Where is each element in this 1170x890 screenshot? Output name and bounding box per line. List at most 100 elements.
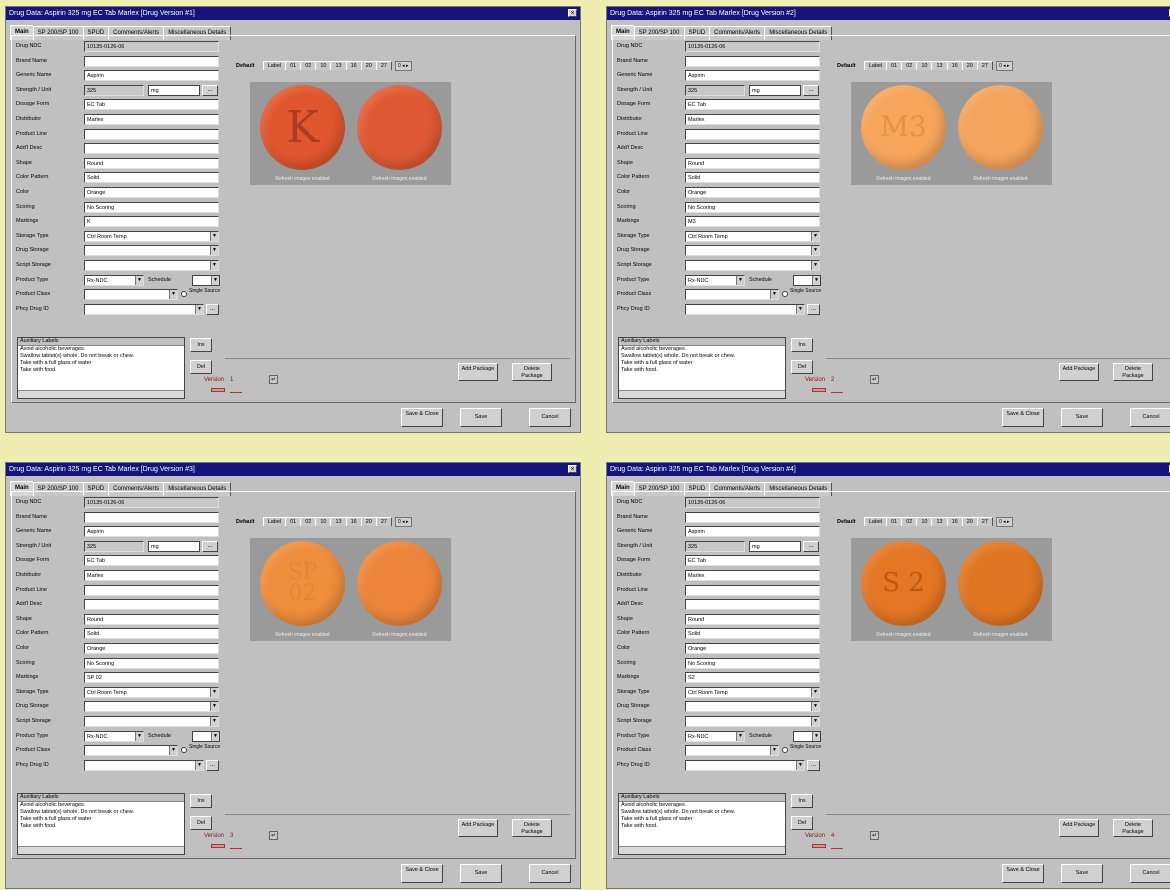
phcy-drug-id-select[interactable]: ▼ xyxy=(84,759,204,771)
phcy-drug-id-select[interactable]: ▼ xyxy=(84,303,204,315)
chevron-down-icon[interactable]: ▼ xyxy=(796,304,804,314)
save-close-button[interactable]: Save & Close xyxy=(401,864,443,883)
addl-desc-field[interactable] xyxy=(84,143,219,155)
phcy-lookup-button[interactable]: ... xyxy=(807,303,820,315)
aux-scrollbar[interactable] xyxy=(619,846,785,854)
storage-type-select[interactable]: Ctrl Room Temp ▼ xyxy=(685,686,820,698)
product-class-select[interactable]: ▼ xyxy=(84,745,178,757)
package-tab-default[interactable]: Default xyxy=(833,518,860,526)
prev-version-icon[interactable] xyxy=(812,844,826,848)
package-tab-20[interactable]: 20 xyxy=(360,61,377,70)
scoring-field[interactable]: No Scoring xyxy=(685,657,820,669)
storage-type-select[interactable]: Ctrl Room Temp ▼ xyxy=(84,230,219,242)
chevron-down-icon[interactable]: ▼ xyxy=(811,687,819,697)
scoring-field[interactable]: No Scoring xyxy=(84,657,219,669)
chevron-down-icon[interactable]: ▼ xyxy=(210,716,218,726)
color-pattern-field[interactable]: Solid xyxy=(84,172,219,184)
save-button[interactable]: Save xyxy=(1061,408,1103,427)
save-close-button[interactable]: Save & Close xyxy=(1002,408,1044,427)
phcy-drug-id-select[interactable]: ▼ xyxy=(685,759,805,771)
version-nav-icon[interactable]: ↵ xyxy=(269,831,279,840)
unit-field[interactable]: mg xyxy=(749,84,801,96)
package-scroll-arrows[interactable]: 0 ◂ ▸ xyxy=(995,61,1013,71)
product-line-field[interactable] xyxy=(84,584,219,596)
product-type-select[interactable]: Rx-NDC ▼ xyxy=(84,730,144,742)
save-close-button[interactable]: Save & Close xyxy=(401,408,443,427)
save-button[interactable]: Save xyxy=(460,864,502,883)
aux-label-item[interactable]: Swallow tablet(s) whole. Do not break or… xyxy=(18,353,184,360)
drug-storage-select[interactable]: ▼ xyxy=(685,701,820,713)
generic-name-field[interactable]: Aspirin xyxy=(685,70,820,82)
addl-desc-field[interactable] xyxy=(84,599,219,611)
shape-field[interactable]: Round xyxy=(685,613,820,625)
script-storage-select[interactable]: ▼ xyxy=(685,259,820,271)
storage-type-select[interactable]: Ctrl Room Temp ▼ xyxy=(84,686,219,698)
delete-package-button[interactable]: Delete Package xyxy=(512,819,552,837)
chevron-down-icon[interactable]: ▼ xyxy=(770,290,778,300)
del-button[interactable]: Del xyxy=(791,360,813,374)
color-pattern-field[interactable]: Solid xyxy=(685,172,820,184)
phcy-lookup-button[interactable]: ... xyxy=(206,759,219,771)
package-tab-label[interactable]: Label xyxy=(262,61,287,70)
next-version-icon[interactable] xyxy=(831,389,843,393)
schedule-select[interactable]: ▼ xyxy=(192,274,220,286)
auxiliary-labels-box[interactable]: Auxiliary Labels Avoid alcoholic beverag… xyxy=(17,337,185,399)
chevron-down-icon[interactable]: ▼ xyxy=(211,731,219,741)
drug-ndc-field[interactable]: 10135-0126-06 xyxy=(84,497,219,508)
drug-ndc-field[interactable]: 10135-0126-06 xyxy=(685,41,820,52)
package-tab-02[interactable]: 02 xyxy=(901,61,918,70)
package-tab-01[interactable]: 01 xyxy=(285,61,302,70)
phcy-lookup-button[interactable]: ... xyxy=(807,759,820,771)
color-pattern-field[interactable]: Solid xyxy=(84,628,219,640)
product-class-select[interactable]: ▼ xyxy=(685,289,779,301)
generic-name-field[interactable]: Aspirin xyxy=(685,526,820,538)
package-tab-27[interactable]: 27 xyxy=(375,61,392,70)
package-tab-16[interactable]: 16 xyxy=(345,61,362,70)
strength-lookup-button[interactable]: ... xyxy=(803,540,819,552)
chevron-down-icon[interactable]: ▼ xyxy=(169,746,177,756)
auxiliary-labels-box[interactable]: Auxiliary Labels Avoid alcoholic beverag… xyxy=(618,793,786,855)
package-tab-13[interactable]: 13 xyxy=(931,517,948,526)
dosage-form-field[interactable]: EC Tab xyxy=(685,99,820,111)
script-storage-select[interactable]: ▼ xyxy=(84,715,219,727)
shape-field[interactable]: Round xyxy=(685,157,820,169)
delete-package-button[interactable]: Delete Package xyxy=(1113,819,1153,837)
aux-label-item[interactable]: Take with food. xyxy=(18,823,184,830)
save-button[interactable]: Save xyxy=(460,408,502,427)
package-tab-16[interactable]: 16 xyxy=(345,517,362,526)
unit-field[interactable]: mg xyxy=(148,84,200,96)
package-tab-01[interactable]: 01 xyxy=(886,517,903,526)
unit-field[interactable]: mg xyxy=(148,540,200,552)
single-source-radio[interactable] xyxy=(181,747,187,754)
markings-field[interactable]: M3 xyxy=(685,216,820,228)
color-field[interactable]: Orange xyxy=(685,642,820,654)
package-tab-27[interactable]: 27 xyxy=(375,517,392,526)
strength-field[interactable]: 325 xyxy=(685,84,745,96)
package-tab-13[interactable]: 13 xyxy=(931,61,948,70)
color-pattern-field[interactable]: Solid xyxy=(685,628,820,640)
next-version-icon[interactable] xyxy=(831,845,843,849)
package-tab-01[interactable]: 01 xyxy=(285,517,302,526)
package-tab-13[interactable]: 13 xyxy=(330,517,347,526)
aux-label-item[interactable]: Take with a full glass of water xyxy=(619,816,785,823)
chevron-down-icon[interactable]: ▼ xyxy=(195,760,203,770)
del-button[interactable]: Del xyxy=(791,816,813,830)
package-tab-10[interactable]: 10 xyxy=(916,517,933,526)
cancel-button[interactable]: Cancel xyxy=(529,864,571,883)
strength-field[interactable]: 325 xyxy=(84,84,144,96)
product-type-select[interactable]: Rx-NDC ▼ xyxy=(84,274,144,286)
strength-lookup-button[interactable]: ... xyxy=(202,84,218,96)
prev-version-icon[interactable] xyxy=(812,388,826,392)
chevron-down-icon[interactable]: ▼ xyxy=(770,746,778,756)
single-source-radio[interactable] xyxy=(181,291,187,298)
chevron-down-icon[interactable]: ▼ xyxy=(811,231,819,241)
strength-field[interactable]: 325 xyxy=(685,540,745,552)
del-button[interactable]: Del xyxy=(190,360,212,374)
package-tab-10[interactable]: 10 xyxy=(315,517,332,526)
chevron-down-icon[interactable]: ▼ xyxy=(736,275,744,285)
chevron-down-icon[interactable]: ▼ xyxy=(135,731,143,741)
version-nav-icon[interactable]: ↵ xyxy=(269,375,279,384)
phcy-lookup-button[interactable]: ... xyxy=(206,303,219,315)
distributor-field[interactable]: Marlex xyxy=(685,113,820,125)
package-tab-label[interactable]: Label xyxy=(863,61,888,70)
